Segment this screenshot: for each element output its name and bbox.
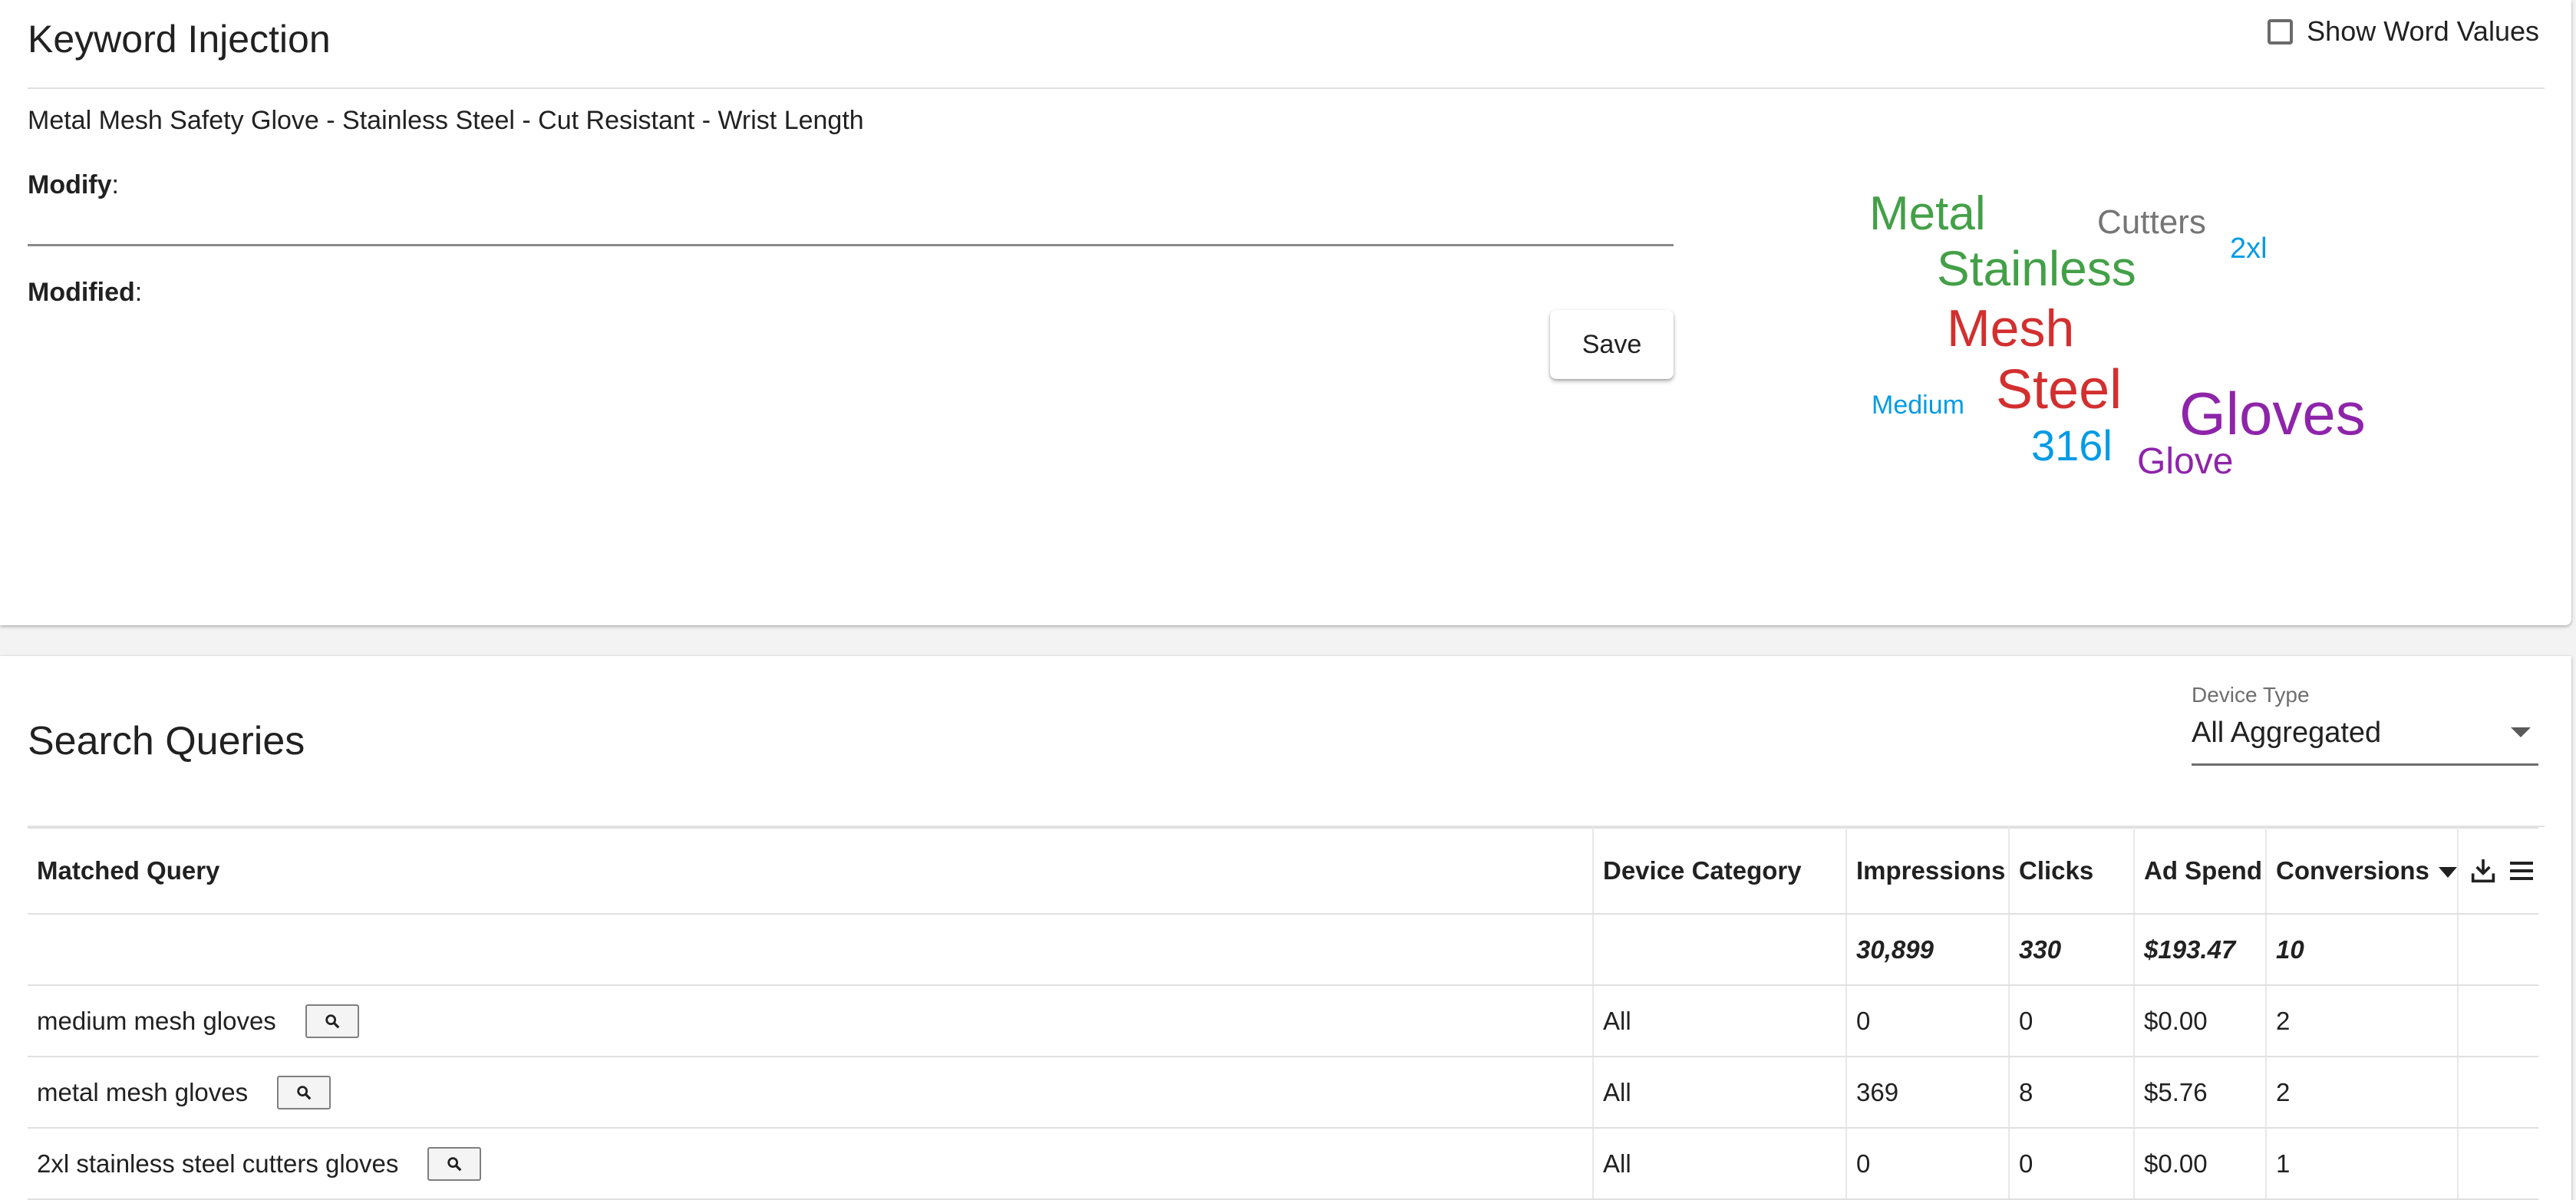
query-cell: medium mesh gloves xyxy=(28,985,1594,1057)
impressions-cell: 369 xyxy=(1846,1057,2010,1129)
device-cell: All xyxy=(1593,1057,1847,1129)
col-header-impressions[interactable]: Impressions xyxy=(1846,827,2010,915)
ad-spend-cell: $0.00 xyxy=(2134,985,2267,1057)
actions-empty-cell xyxy=(2458,1128,2538,1200)
modify-label-wrap: Modify: xyxy=(28,170,119,199)
query-cell: metal mesh gloves xyxy=(28,1057,1594,1129)
cloud-word-2xl: 2xl xyxy=(2230,232,2268,265)
query-text: medium mesh gloves xyxy=(37,1006,276,1035)
search-icon xyxy=(325,1014,340,1028)
col-header-conversions-cell[interactable]: Conversions xyxy=(2266,827,2459,915)
cloud-word-medium: Medium xyxy=(1872,391,1964,420)
clicks-cell: 8 xyxy=(2009,1057,2135,1129)
query-text: metal mesh gloves xyxy=(37,1077,249,1106)
search-queries-divider xyxy=(28,826,2545,827)
download-icon[interactable] xyxy=(2468,855,2498,886)
query-text: 2xl stainless steel cutters gloves xyxy=(37,1149,399,1178)
totals-clicks: 330 xyxy=(2009,914,2135,986)
cloud-word-glove: Glove xyxy=(2137,441,2234,482)
show-word-values-checkbox[interactable] xyxy=(2268,18,2294,45)
search-query-button[interactable] xyxy=(427,1146,482,1181)
show-word-values-toggle[interactable]: Show Word Values xyxy=(2268,15,2539,48)
table-row: medium mesh gloves All 0 0 $0.00 2 xyxy=(28,985,2538,1057)
search-icon xyxy=(447,1156,462,1171)
search-query-button[interactable] xyxy=(305,1004,359,1038)
conversions-cell: 1 xyxy=(2266,1128,2459,1200)
impressions-cell: 0 xyxy=(1846,1128,2010,1200)
search-queries-table: Matched Query Device Category Impression… xyxy=(28,827,2538,1200)
show-word-values-label: Show Word Values xyxy=(2307,15,2539,47)
totals-row: 30,899 330 $193.47 10 xyxy=(28,914,2538,986)
menu-icon[interactable] xyxy=(2506,855,2537,886)
totals-ad-spend: $193.47 xyxy=(2134,914,2267,986)
cloud-word-gloves: Gloves xyxy=(2179,380,2366,447)
cloud-word-mesh: Mesh xyxy=(1947,299,2075,358)
modified-label: Modified xyxy=(28,278,135,307)
impressions-cell: 0 xyxy=(1846,985,2010,1057)
page: Keyword Injection Show Word Values Metal… xyxy=(0,0,2576,1200)
search-queries-title: Search Queries xyxy=(28,719,305,763)
col-header-clicks[interactable]: Clicks xyxy=(2009,827,2135,915)
table-row: 2xl stainless steel cutters gloves All 0… xyxy=(28,1128,2538,1200)
sort-desc-icon[interactable] xyxy=(2438,867,2456,879)
totals-device-cell xyxy=(1593,914,1847,986)
search-icon xyxy=(297,1085,312,1099)
totals-impressions: 30,899 xyxy=(1846,914,2010,986)
cloud-word-cutters: Cutters xyxy=(2097,203,2206,241)
ad-spend-cell: $0.00 xyxy=(2134,1128,2267,1200)
conversions-cell: 2 xyxy=(2266,985,2459,1057)
modified-label-wrap: Modified: xyxy=(28,278,143,307)
col-header-ad-spend[interactable]: Ad Spend xyxy=(2134,827,2267,915)
device-cell: All xyxy=(1593,1128,1847,1200)
save-button[interactable]: Save xyxy=(1550,310,1674,379)
modify-label: Modify xyxy=(28,170,112,199)
table-row: metal mesh gloves All 369 8 $5.76 2 xyxy=(28,1057,2538,1129)
search-query-button[interactable] xyxy=(277,1075,331,1109)
device-type-select[interactable]: Device Type All Aggregated xyxy=(2192,683,2538,766)
col-header-matched-query[interactable]: Matched Query xyxy=(28,827,1594,915)
keyword-injection-card: Keyword Injection Show Word Values Metal… xyxy=(0,0,2571,625)
keyword-injection-title: Keyword Injection xyxy=(28,18,331,61)
device-type-label: Device Type xyxy=(2192,683,2310,707)
table-actions-cell xyxy=(2458,827,2538,915)
ad-spend-cell: $5.76 xyxy=(2134,1057,2267,1129)
table-header-row: Matched Query Device Category Impression… xyxy=(28,827,2538,915)
device-type-value: All Aggregated xyxy=(2192,717,2382,749)
device-cell: All xyxy=(1593,985,1847,1057)
cloud-word-stainless: Stainless xyxy=(1937,241,2136,296)
col-header-conversions: Conversions xyxy=(2276,856,2429,885)
cloud-word-metal: Metal xyxy=(1869,187,1986,240)
conversions-cell: 2 xyxy=(2266,1057,2459,1129)
cloud-word-316l: 316l xyxy=(2031,421,2113,470)
dropdown-caret-icon xyxy=(2511,727,2531,737)
cloud-word-steel: Steel xyxy=(1996,359,2122,420)
clicks-cell: 0 xyxy=(2009,1128,2135,1200)
title-divider xyxy=(28,87,2545,89)
product-title: Metal Mesh Safety Glove - Stainless Stee… xyxy=(28,106,864,135)
actions-empty-cell xyxy=(2458,1057,2538,1129)
col-header-device-category[interactable]: Device Category xyxy=(1593,827,1847,915)
device-type-underline xyxy=(2192,763,2538,766)
totals-query-cell xyxy=(28,914,1594,986)
query-cell: 2xl stainless steel cutters gloves xyxy=(28,1128,1594,1200)
totals-conversions: 10 xyxy=(2266,914,2459,986)
actions-empty-cell xyxy=(2458,985,2538,1057)
modify-input[interactable] xyxy=(28,209,1674,246)
clicks-cell: 0 xyxy=(2009,985,2135,1057)
totals-empty-cell xyxy=(2458,914,2538,986)
